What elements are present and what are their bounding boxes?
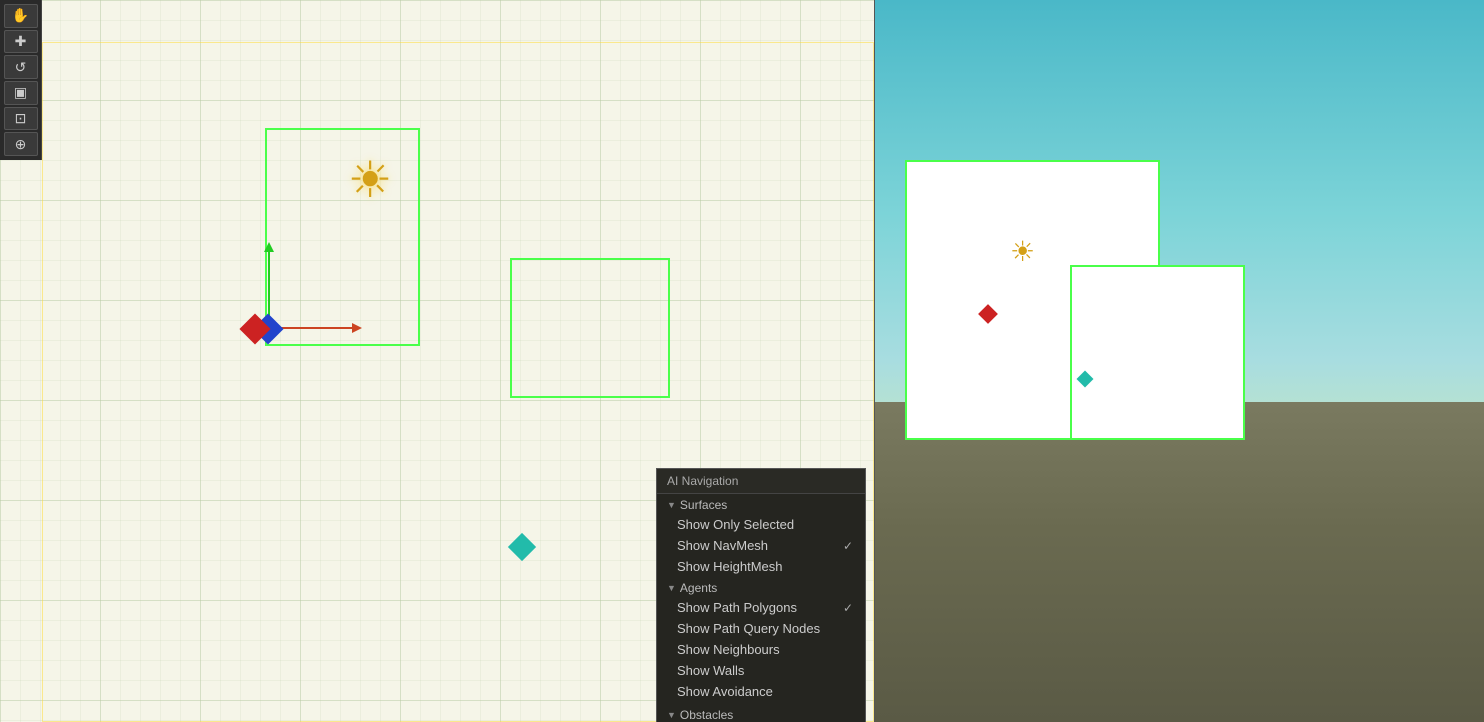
platform-3d-2 [1070, 265, 1245, 440]
sun-object[interactable]: ☀ [330, 140, 410, 220]
sun-icon: ☀ [348, 151, 393, 209]
rect-tool-button[interactable]: ▣ [4, 81, 38, 105]
menu-item-path-query-nodes[interactable]: Show Path Query Nodes [657, 618, 865, 639]
menu-item-avoidance[interactable]: Show Avoidance [657, 681, 865, 702]
ground-3d [875, 402, 1484, 722]
world-tool-button[interactable]: ⊕ [4, 132, 38, 156]
menu-item-path-polygons[interactable]: Show Path Polygons ✓ [657, 597, 865, 618]
toolbar: ✋ ✚ ↺ ▣ ⊡ ⊕ [0, 0, 42, 160]
context-menu: AI Navigation Surfaces Show Only Selecte… [656, 468, 866, 722]
menu-section-surfaces[interactable]: Surfaces [657, 494, 865, 514]
menu-item-neighbours[interactable]: Show Neighbours [657, 639, 865, 660]
menu-item-show-only-selected[interactable]: Show Only Selected [657, 514, 865, 535]
right-panel-3d: ☀ [875, 0, 1484, 722]
checkmark-navmesh: ✓ [843, 539, 853, 553]
menu-header: AI Navigation [657, 469, 865, 494]
selection-rect-2 [510, 258, 670, 398]
left-panel-2d: ✋ ✚ ↺ ▣ ⊡ ⊕ ☀ AI Navigation [0, 0, 875, 722]
gizmo-x-arrow-tip [352, 323, 362, 333]
sun-icon-3d: ☀ [1010, 235, 1035, 268]
menu-item-walls[interactable]: Show Walls [657, 660, 865, 681]
checkmark-path-polygons: ✓ [843, 601, 853, 615]
menu-item-show-navmesh[interactable]: Show NavMesh ✓ [657, 535, 865, 556]
gizmo-y-arrow [268, 245, 270, 317]
rotate-tool-button[interactable]: ↺ [4, 55, 38, 79]
hand-tool-button[interactable]: ✋ [4, 4, 38, 28]
move-tool-button[interactable]: ✚ [4, 30, 38, 54]
viewport-container: ✋ ✚ ↺ ▣ ⊡ ⊕ ☀ AI Navigation [0, 0, 1484, 722]
menu-item-show-heightmesh[interactable]: Show HeightMesh [657, 556, 865, 577]
scale-tool-button[interactable]: ⊡ [4, 107, 38, 131]
menu-section-agents[interactable]: Agents [657, 577, 865, 597]
menu-section-obstacles[interactable]: Obstacles [657, 704, 865, 722]
